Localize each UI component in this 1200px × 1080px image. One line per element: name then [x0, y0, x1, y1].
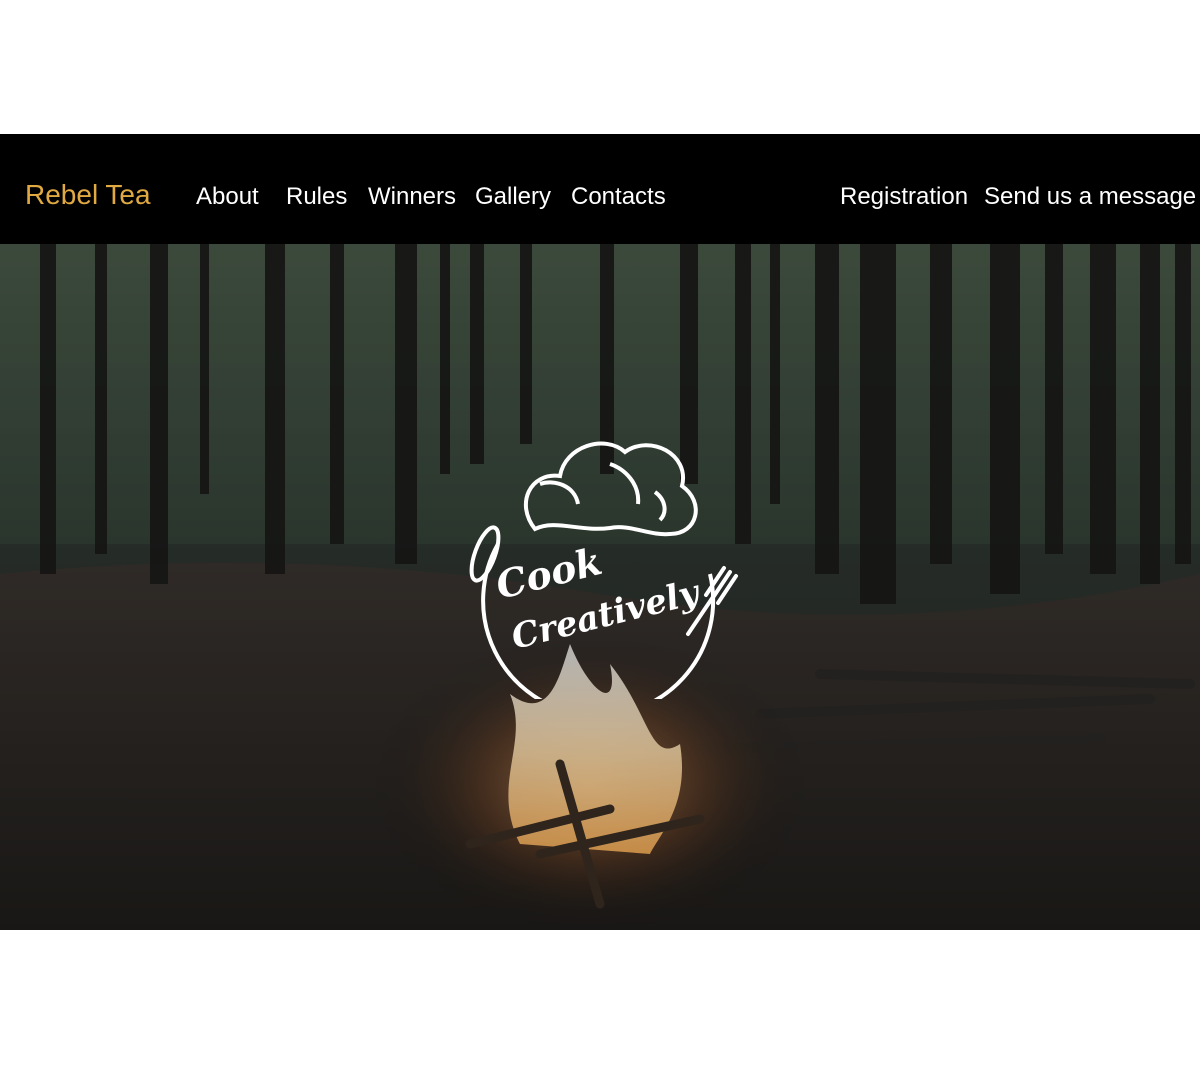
chef-hat-icon [523, 441, 698, 537]
nav-link-rules[interactable]: Rules [286, 182, 347, 212]
nav-link-contacts[interactable]: Contacts [571, 182, 666, 212]
page: Rebel Tea About Rules Winners Gallery Co… [0, 0, 1200, 1080]
nav-link-registration[interactable]: Registration [840, 182, 968, 212]
cook-creatively-logo: Cook Creatively [460, 424, 745, 699]
nav-link-send-message[interactable]: Send us a message [984, 182, 1196, 212]
brand-logo-link[interactable]: Rebel Tea [25, 178, 151, 212]
nav-link-about[interactable]: About [196, 182, 259, 212]
nav-link-gallery[interactable]: Gallery [475, 182, 551, 212]
top-navbar: Rebel Tea About Rules Winners Gallery Co… [0, 134, 1200, 244]
hero-banner: Cook Creatively [0, 244, 1200, 930]
logo-text-cook: Cook [491, 538, 606, 608]
logo-graphic: Cook Creatively [469, 441, 738, 699]
nav-link-winners[interactable]: Winners [368, 182, 456, 212]
